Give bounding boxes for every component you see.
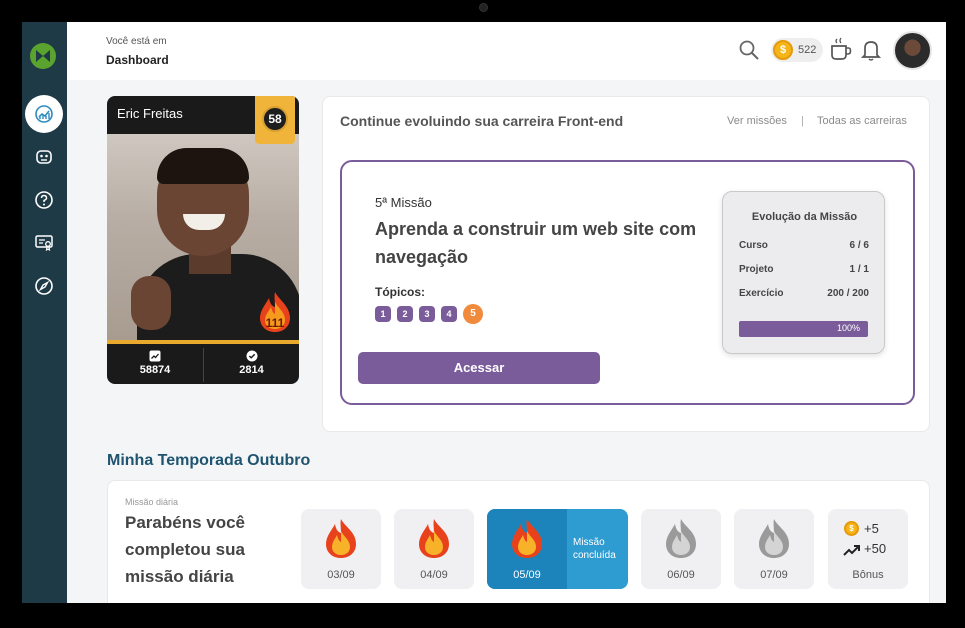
evolution-progress-bar: 100% [739,321,868,337]
mission-title: Aprenda a construir um web site com nave… [375,219,697,267]
fire-icon [326,519,356,558]
day-date: 04/09 [420,569,448,581]
day-date: 05/09 [513,569,541,581]
fire-icon [419,519,449,558]
device-camera [479,3,488,12]
sidebar-item-help[interactable] [28,184,60,216]
app-screen: Você está em Dashboard $ 522 Eric Freita… [22,22,946,603]
see-missions-link[interactable]: Ver missões [727,115,787,127]
page-title: Dashboard [106,53,169,67]
xp-stat: 58874 [107,348,203,382]
bonus-coins: +5 [864,521,879,536]
sidebar [22,22,67,603]
check-circle-icon [246,350,257,362]
day-card[interactable]: 06/09 [641,509,721,589]
topics-list: 1 2 3 4 5 [375,304,483,324]
bell-icon[interactable] [860,38,882,62]
topic-4[interactable]: 4 [441,306,457,322]
mask-icon [36,150,52,164]
day-card[interactable]: 04/09 [394,509,474,589]
top-header: Você está em Dashboard $ 522 [67,22,946,80]
access-mission-button[interactable]: Acessar [358,352,600,384]
profile-card[interactable]: Eric Freitas 58 111 58874 2814 [107,96,299,384]
coin-icon: $ [773,40,793,60]
level-tag: 58 [255,96,295,144]
sidebar-item-explore[interactable] [28,270,60,302]
brand-logo-icon[interactable] [30,43,56,69]
day-card[interactable]: 03/09 [301,509,381,589]
coffee-cup-icon[interactable] [829,36,853,62]
bonus-xp: +50 [864,541,887,556]
coin-icon: $ [844,521,859,536]
certificate-icon [35,235,53,252]
profile-stripe [107,340,299,344]
daily-mission-message: Parabéns você completou sua missão diári… [125,513,246,586]
coin-balance[interactable]: $ 522 [771,38,823,62]
mission-number: 5ª Missão [375,195,432,210]
completed-value: 2814 [239,364,264,376]
sidebar-item-certificates[interactable] [28,227,60,259]
sidebar-item-challenges[interactable] [28,141,60,173]
evolution-label: Curso [739,240,768,251]
search-icon[interactable] [738,39,760,61]
evolution-label: Exercício [739,288,784,299]
fire-locked-icon [759,519,789,558]
topic-2[interactable]: 2 [397,306,413,322]
evolution-title: Evolução da Missão [751,211,858,223]
mission-card: 5ª Missão Aprenda a construir um web sit… [340,160,915,405]
day-date: 07/09 [760,569,788,581]
day-date: 06/09 [667,569,695,581]
dashboard-chart-icon [35,105,53,123]
season-title: Minha Temporada Outubro [107,452,311,469]
sidebar-item-dashboard[interactable] [25,95,63,133]
mission-evolution-card: Evolução da Missão Curso 6 / 6 Projeto 1… [722,191,885,354]
topic-5-current[interactable]: 5 [463,304,483,324]
trending-up-icon [149,350,161,362]
user-avatar[interactable] [893,31,932,70]
fire-locked-icon [666,519,696,558]
completed-stat: 2814 [203,348,299,382]
level-badge: 58 [262,106,288,132]
fire-icon [512,519,542,558]
day-card[interactable]: 07/09 [734,509,814,589]
evolution-progress-label: 100% [836,323,860,333]
bonus-label: Bônus [852,569,884,581]
link-separator: | [801,115,804,127]
streak-fire-icon: 111 [260,292,290,332]
day-date: 03/09 [327,569,355,581]
career-title: Continue evoluindo sua carreira Front-en… [340,113,624,129]
trending-up-icon [843,545,860,556]
help-icon [35,191,53,209]
profile-name: Eric Freitas [117,106,183,121]
evolution-value: 200 / 200 [827,288,869,299]
compass-icon [35,277,53,295]
all-careers-link[interactable]: Todas as carreiras [817,115,907,127]
topic-3[interactable]: 3 [419,306,435,322]
topics-label: Tópicos: [375,285,425,299]
mission-done-note: Missão concluída [573,537,616,561]
coin-count: 522 [798,44,817,56]
career-mission-panel: Continue evoluindo sua carreira Front-en… [322,96,930,432]
bonus-card[interactable]: $ +5 +50 Bônus [828,509,908,589]
evolution-label: Projeto [739,264,774,275]
evolution-value: 1 / 1 [849,264,869,275]
daily-mission-label: Missão diária [125,497,179,507]
streak-count: 111 [266,316,285,330]
breadcrumb-label: Você está em [106,36,167,47]
evolution-value: 6 / 6 [849,240,869,251]
season-panel: Missão diária Parabéns você completou su… [107,480,930,603]
topic-1[interactable]: 1 [375,306,391,322]
xp-value: 58874 [139,364,171,376]
day-card-today[interactable]: 05/09 Missão concluída [487,509,628,589]
